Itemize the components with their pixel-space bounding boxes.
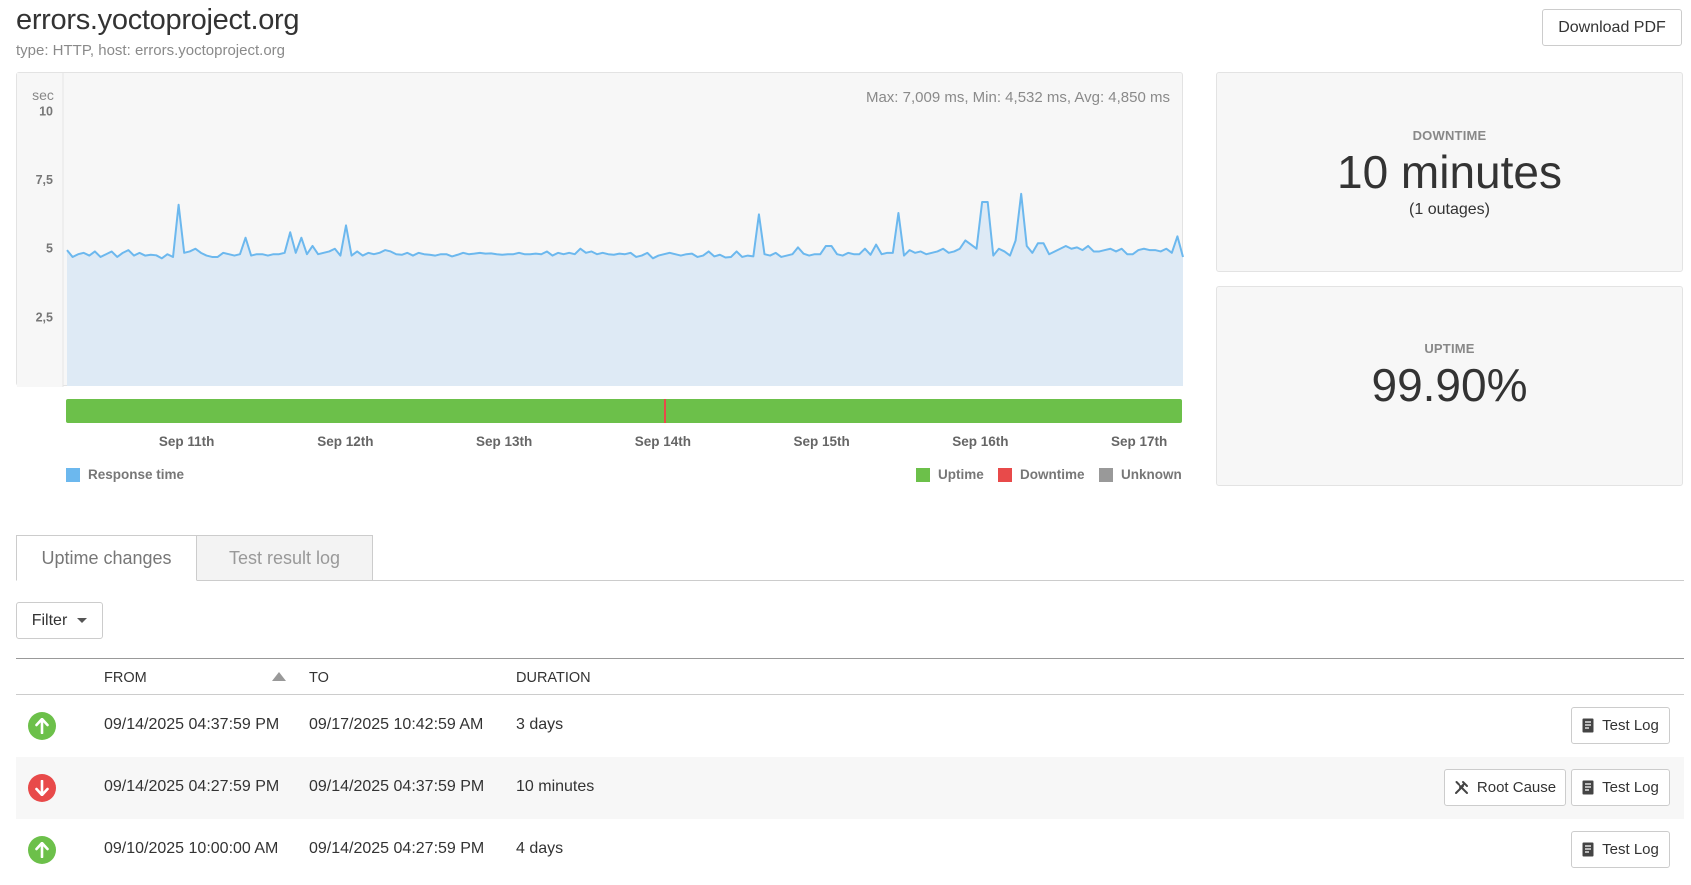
sort-ascending-icon[interactable] [272,672,286,681]
from-cell: 09/14/2025 04:27:59 PM [104,778,280,795]
legend-uptime-label: Uptime [938,467,984,482]
test-log-label: Test Log [1602,717,1659,734]
x-tick-label: Sep 12th [317,434,374,449]
document-icon [1582,718,1594,733]
to-cell: 09/17/2025 10:42:59 AM [309,716,484,733]
x-tick-label: Sep 16th [952,434,1009,449]
downtime-value: 10 minutes [1336,146,1562,198]
y-tick-label: 5 [46,242,53,256]
duration-cell: 3 days [516,716,564,733]
downtime-segment [663,399,666,423]
x-tick-label: Sep 17th [1110,434,1168,449]
page-title: errors.yoctoproject.org [16,4,300,36]
tab-uptime-changes[interactable]: Uptime changes [16,535,197,581]
y-tick-label: 7,5 [36,173,53,187]
response-time-area [67,193,1183,386]
caret-down-icon [77,618,88,623]
legend-response-label: Response time [88,467,185,482]
x-tick-label: Sep 13th [476,434,533,449]
x-tick-label: Sep 15th [793,434,850,449]
test-log-button[interactable]: Test Log [1571,769,1670,806]
legend-swatch-downtime [998,467,1012,482]
test-log-label: Test Log [1602,779,1659,796]
downtime-card: DOWNTIME 10 minutes (1 outages) [1216,72,1683,272]
legend-downtime-label: Downtime [1020,467,1085,482]
test-log-button[interactable]: Test Log [1571,707,1670,744]
test-log-label: Test Log [1602,841,1659,858]
y-tick-label: 2,5 [36,310,53,324]
table-header: FROM TO DURATION [16,658,1684,695]
x-tick-label: Sep 14th [634,434,692,449]
legend-uptime: Uptime [916,467,984,482]
document-icon [1582,780,1594,795]
legend-response-time: Response time [66,467,184,482]
page-subtitle: type: HTTP, host: errors.yoctoproject.or… [16,42,285,59]
column-header-to: TO [309,670,329,686]
to-cell: 09/14/2025 04:27:59 PM [309,840,485,857]
tools-icon [1454,780,1469,795]
arrow-up-icon [28,712,56,740]
test-log-button[interactable]: Test Log [1571,831,1670,868]
column-header-duration: DURATION [516,670,591,686]
uptime-status-bar [66,399,1182,423]
downtime-label: DOWNTIME [1412,128,1487,143]
table-row: 09/14/2025 04:37:59 PM 09/17/2025 10:42:… [16,695,1684,757]
tabs-divider [16,580,1684,581]
arrow-up-icon [28,836,56,864]
duration-cell: 10 minutes [516,778,595,795]
legend-swatch-response [66,467,80,482]
response-time-plot: sec 2,5 5 7,5 10 [17,73,1184,387]
arrow-down-icon [28,774,56,802]
from-cell: 09/14/2025 04:37:59 PM [104,716,280,733]
root-cause-label: Root Cause [1476,779,1557,796]
uptime-label: UPTIME [1424,341,1475,356]
legend-swatch-unknown [1099,467,1113,482]
to-cell: 09/14/2025 04:37:59 PM [309,778,485,795]
y-axis-area [17,73,63,387]
table-row: 09/10/2025 10:00:00 AM 09/14/2025 04:27:… [16,819,1684,881]
from-cell: 09/10/2025 10:00:00 AM [104,840,279,857]
document-icon [1582,842,1594,857]
duration-cell: 4 days [516,840,564,857]
legend-unknown: Unknown [1099,467,1182,482]
y-tick-label: 10 [39,104,53,118]
filter-dropdown[interactable]: Filter [16,602,103,639]
uptime-card: UPTIME 99.90% [1216,286,1683,486]
outages-count: (1 outages) [1409,201,1490,218]
table-row: 09/14/2025 04:27:59 PM 09/14/2025 04:37:… [16,757,1684,819]
uptime-value: 99.90% [1371,359,1528,411]
legend-swatch-uptime [916,467,930,482]
x-tick-label: Sep 11th [158,434,215,449]
root-cause-button[interactable]: Root Cause [1444,769,1566,806]
response-time-chart: sec 2,5 5 7,5 10 Max: 7,009 ms, Min: 4,532 m… [16,72,1184,387]
download-pdf-button[interactable]: Download PDF [1542,9,1682,46]
column-header-from[interactable]: FROM [104,670,147,686]
filter-label: Filter [31,611,68,629]
legend-downtime: Downtime [998,467,1085,482]
tab-test-result-log[interactable]: Test result log [196,535,373,581]
y-unit-label: sec [32,87,54,103]
legend-unknown-label: Unknown [1121,467,1182,482]
chart-stats: Max: 7,009 ms, Min: 4,532 ms, Avg: 4,850… [865,89,1170,106]
